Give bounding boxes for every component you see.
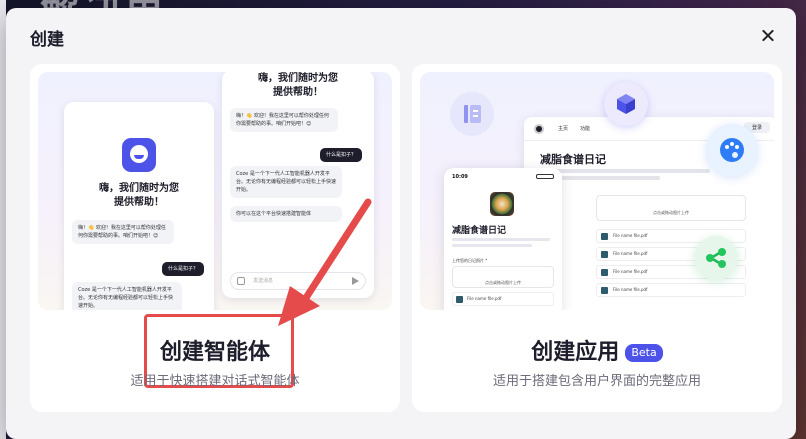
create-agent-card[interactable]: 嗨，我们随时为您 提供帮助！ 嗨！👋 欢迎！我在这里可以帮你处理任何你需要帮助的… <box>30 64 400 412</box>
input-placeholder: 发送消息 <box>253 278 274 284</box>
bot-message: 嗨！👋 欢迎！我在这里可以帮你处理任何你需要帮助的事。咱们开始吧！😊 <box>230 108 338 132</box>
mobile-upload-box: 点击或拖动图片上传 <box>452 266 554 288</box>
bot-message: 嗨！👋 欢迎！我在这里可以帮你处理任何你需要帮助的事。咱们开始吧！😊 <box>72 220 174 244</box>
send-icon <box>352 277 359 285</box>
mobile-text-line <box>452 244 532 247</box>
create-app-title-text: 创建应用 <box>531 340 620 365</box>
mobile-status-time: 10:09 <box>452 174 468 180</box>
mobile-upload-label: 上传您的日记照片 * <box>452 258 488 263</box>
close-icon[interactable] <box>756 24 780 48</box>
create-app-title: 创建应用 Beta <box>412 334 782 366</box>
document-icon <box>450 92 494 136</box>
share-icon <box>694 236 738 280</box>
food-image <box>490 192 514 216</box>
create-app-description: 适用于搭建包含用户界面的完整应用 <box>492 374 701 389</box>
web-upload-box: 点击或拖动图片上传 <box>596 195 746 221</box>
agent-phone-mockup: 嗨，我们随时为您 提供帮助！ 嗨！👋 欢迎！我在这里可以帮你处理任何你需要帮助的… <box>222 72 374 298</box>
create-app-card[interactable]: 主页 功能 登录 减脂食谱日记 点击或拖动图片上传 File name file… <box>412 64 782 412</box>
message-input: 发送消息 <box>230 272 366 290</box>
mobile-app-mockup: 10:09 减脂食谱日记 上传您的日记照片 * 点击或拖动图片上传 File n… <box>444 168 562 310</box>
user-message: 什么是扣子？ <box>161 262 204 276</box>
create-agent-description: 适用于快速搭建对话式智能体 <box>130 374 300 389</box>
web-file-row: File name file.pdf <box>596 283 746 297</box>
user-message: 什么是扣子？ <box>319 148 362 162</box>
beta-badge: Beta <box>625 344 663 362</box>
palette-icon <box>706 124 758 176</box>
mobile-file-row: File name file.pdf <box>452 292 554 306</box>
create-agent-title: 创建智能体 <box>159 340 270 365</box>
mobile-text-line <box>452 238 550 241</box>
agent-greeting: 嗨，我们随时为您 提供帮助！ <box>99 183 179 208</box>
bot-message: 你可以在这个平台快速搭建智能体 <box>230 206 342 222</box>
app-preview-image: 主页 功能 登录 减脂食谱日记 点击或拖动图片上传 File name file… <box>420 72 774 310</box>
web-tab: 功能 <box>580 126 591 132</box>
dialog-title: 创建 <box>30 30 64 50</box>
agent-preview-image: 嗨，我们随时为您 提供帮助！ 嗨！👋 欢迎！我在这里可以帮你处理任何你需要帮助的… <box>38 72 392 310</box>
create-dialog: 创建 嗨，我们随时为您 提供帮助！ 嗨！👋 欢迎！我在这里可以帮你处理任何你需要… <box>6 8 796 439</box>
web-subtitle-line <box>540 169 710 173</box>
battery-icon <box>536 174 554 179</box>
logo-icon <box>534 124 544 134</box>
web-page-title: 减脂食谱日记 <box>540 153 606 166</box>
agent-phone-mockup: 嗨，我们随时为您 提供帮助！ 嗨！👋 欢迎！我在这里可以帮你处理任何你需要帮助的… <box>64 102 214 310</box>
attach-icon <box>237 277 245 285</box>
web-tab: 主页 <box>558 126 569 132</box>
mobile-page-title: 减脂食谱日记 <box>452 226 507 236</box>
bot-message: Coze 是一个下一代人工智能机器人开发平台。无论你有无编程经验都可以轻松上手快… <box>230 166 342 198</box>
bot-message: Coze 是一个下一代人工智能机器人开发平台。无论你有无编程经验都可以轻松上手快… <box>72 282 182 310</box>
bot-avatar-icon <box>122 138 156 172</box>
agent-greeting: 嗨，我们随时为您 提供帮助！ <box>258 73 338 98</box>
cube-icon <box>604 82 648 126</box>
